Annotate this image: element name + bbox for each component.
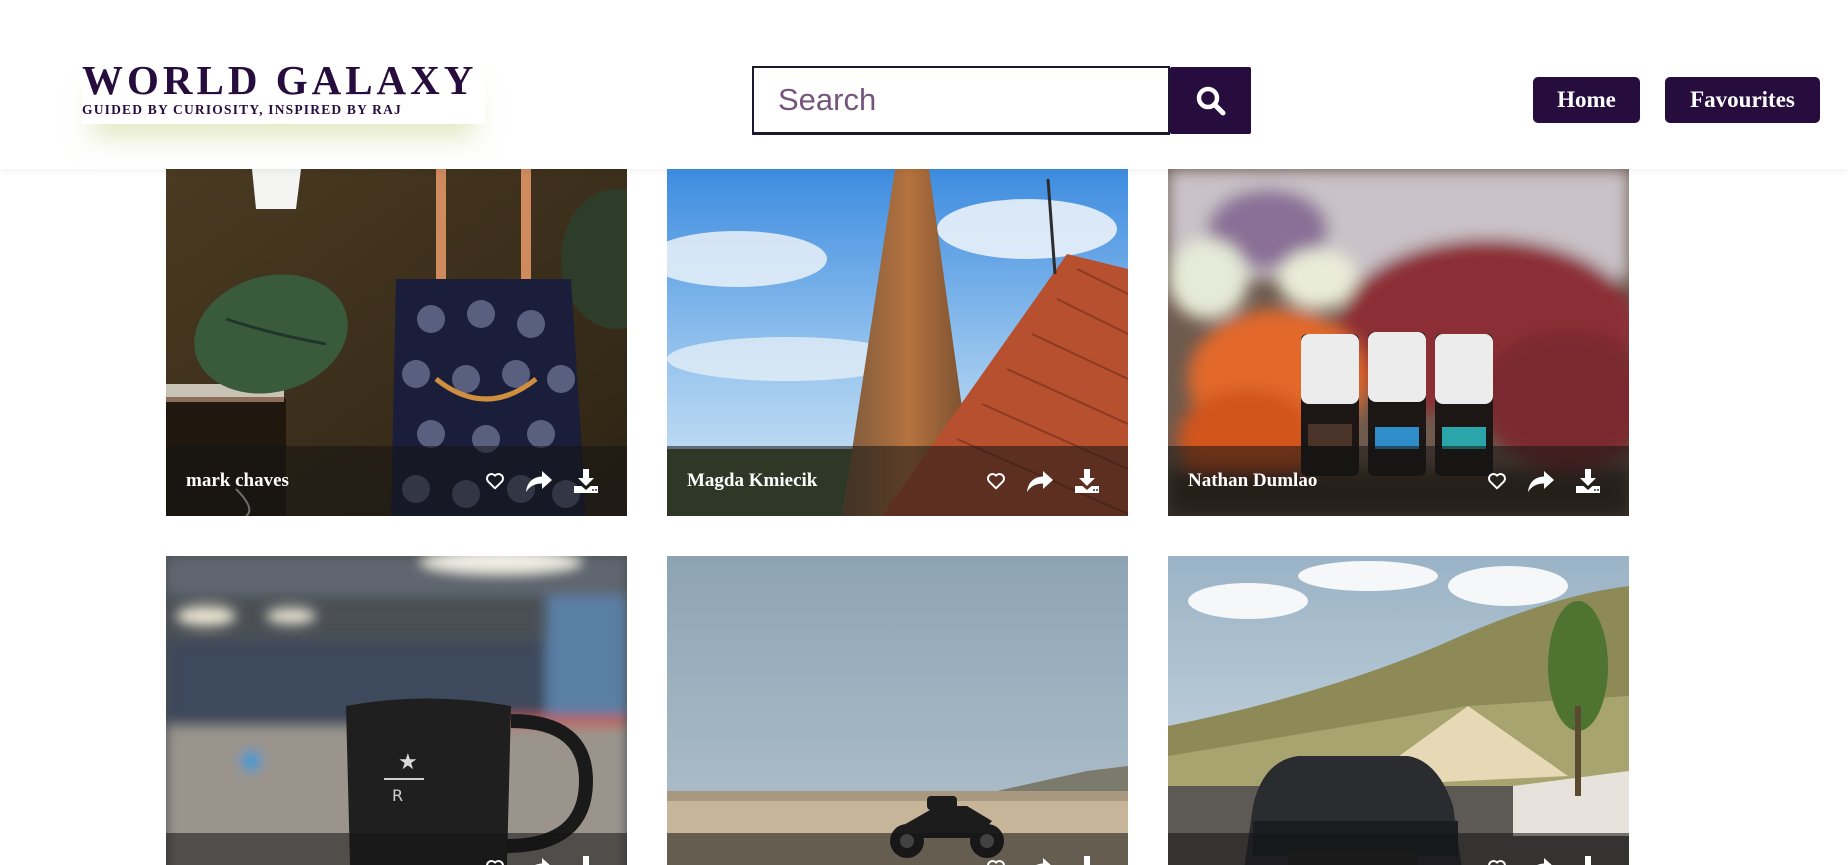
heart-icon[interactable] xyxy=(1487,859,1507,865)
heart-icon[interactable] xyxy=(1487,472,1507,490)
download-icon[interactable] xyxy=(1575,855,1601,865)
download-icon[interactable] xyxy=(1074,468,1100,494)
coffee-mug-photo: ★ R xyxy=(166,556,627,865)
search-input[interactable] xyxy=(778,68,1168,132)
photo-info-bar: mark chaves xyxy=(166,446,627,516)
download-icon[interactable] xyxy=(1074,855,1100,865)
photo-card[interactable] xyxy=(1168,556,1629,865)
motorcycle-in-field-photo xyxy=(667,556,1128,865)
photo-author: Nathan Dumlao xyxy=(1188,470,1318,491)
heart-icon[interactable] xyxy=(485,472,505,490)
photo-author: mark chaves xyxy=(186,470,289,491)
photo-card[interactable]: Magda Kmiecik xyxy=(667,169,1128,516)
photo-info-bar xyxy=(166,833,627,865)
brand-title: WORLD GALAXY xyxy=(82,57,478,103)
share-icon[interactable] xyxy=(525,856,553,865)
photo-info-bar xyxy=(667,833,1128,865)
download-icon[interactable] xyxy=(1575,468,1601,494)
car-by-hillside-photo xyxy=(1168,556,1629,865)
search-button[interactable] xyxy=(1170,67,1251,134)
heart-icon[interactable] xyxy=(485,859,505,865)
search-field xyxy=(752,66,1170,135)
share-icon[interactable] xyxy=(1026,856,1054,865)
photo-card[interactable]: mark chaves xyxy=(166,169,627,516)
photo-card[interactable] xyxy=(667,556,1128,865)
share-icon[interactable] xyxy=(1527,469,1555,493)
photo-info-bar: Magda Kmiecik xyxy=(667,446,1128,516)
download-icon[interactable] xyxy=(573,468,599,494)
photo-card[interactable]: Nathan Dumlao xyxy=(1168,169,1629,516)
photo-info-bar: Nathan Dumlao xyxy=(1168,446,1629,516)
photo-author: Magda Kmiecik xyxy=(687,470,818,491)
photo-card[interactable]: ★ R xyxy=(166,556,627,865)
search-icon xyxy=(1196,86,1225,115)
download-icon[interactable] xyxy=(573,855,599,865)
heart-icon[interactable] xyxy=(986,859,1006,865)
share-icon[interactable] xyxy=(1026,469,1054,493)
heart-icon[interactable] xyxy=(986,472,1006,490)
photo-info-bar xyxy=(1168,833,1629,865)
svg-text:★: ★ xyxy=(398,750,418,775)
nav-favourites-button[interactable]: Favourites xyxy=(1665,77,1820,123)
share-icon[interactable] xyxy=(525,469,553,493)
svg-text:R: R xyxy=(392,786,403,805)
nav-home-button[interactable]: Home xyxy=(1533,77,1640,123)
brand-logo[interactable]: WORLD GALAXY GUIDED BY CURIOSITY, INSPIR… xyxy=(82,56,485,124)
site-header: WORLD GALAXY GUIDED BY CURIOSITY, INSPIR… xyxy=(0,0,1848,169)
share-icon[interactable] xyxy=(1527,856,1555,865)
brand-tagline: GUIDED BY CURIOSITY, INSPIRED BY RAJ xyxy=(82,102,403,117)
